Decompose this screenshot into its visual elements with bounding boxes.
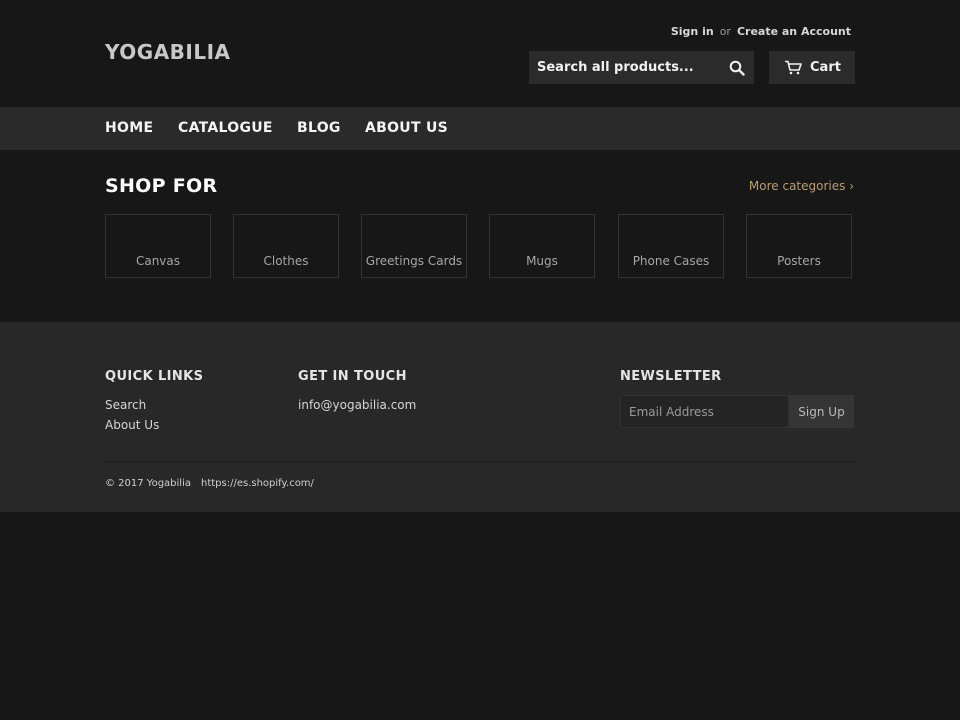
contact-email-link[interactable]: info@yogabilia.com [298, 398, 416, 412]
category-label: Canvas [135, 254, 181, 268]
site-header: YOGABILIA Sign in or Create an Account Car… [0, 0, 960, 107]
or-separator: or [719, 25, 731, 38]
quick-links-heading: QUICK LINKS [105, 369, 204, 384]
main-nav: HOME CATALOGUE BLOG ABOUT US [0, 107, 960, 150]
search-input[interactable] [529, 60, 719, 75]
category-canvas[interactable]: Canvas [105, 214, 211, 278]
search-button[interactable] [726, 57, 748, 79]
category-label: Mugs [526, 254, 558, 268]
category-label: Posters [777, 254, 821, 268]
more-categories-link[interactable]: More categories › [749, 179, 854, 193]
footer-divider [105, 461, 855, 462]
account-links: Sign in or Create an Account [671, 25, 851, 38]
nav-item-about-us[interactable]: ABOUT US [365, 120, 448, 136]
nav-item-catalogue[interactable]: CATALOGUE [178, 120, 273, 136]
category-label: Greetings Cards [365, 254, 463, 268]
cart-button[interactable]: Cart [769, 51, 855, 84]
newsletter-heading: NEWSLETTER [620, 369, 722, 384]
nav-item-home[interactable]: HOME [105, 120, 153, 136]
cart-label: Cart [810, 60, 841, 75]
site-logo[interactable]: YOGABILIA [105, 40, 231, 64]
category-posters[interactable]: Posters [746, 214, 852, 278]
category-label: Phone Cases [632, 254, 710, 268]
category-greetings-cards[interactable]: Greetings Cards [361, 214, 467, 278]
footer-link-search[interactable]: Search [105, 398, 146, 412]
search-box [529, 51, 754, 84]
newsletter-email-input[interactable] [620, 395, 789, 428]
create-account-link[interactable]: Create an Account [737, 25, 851, 38]
search-icon [729, 60, 745, 76]
copyright-text: © 2017 Yogabilia [105, 478, 191, 489]
footer-link-about-us[interactable]: About Us [105, 418, 159, 432]
cart-icon [785, 60, 802, 75]
powered-by-link[interactable]: https://es.shopify.com/ [201, 478, 314, 489]
shop-for-heading: SHOP FOR [105, 175, 218, 197]
category-phone-cases[interactable]: Phone Cases [618, 214, 724, 278]
nav-item-blog[interactable]: BLOG [297, 120, 341, 136]
category-clothes[interactable]: Clothes [233, 214, 339, 278]
get-in-touch-heading: GET IN TOUCH [298, 369, 407, 384]
site-footer: QUICK LINKS Search About Us GET IN TOUCH… [0, 322, 960, 512]
category-mugs[interactable]: Mugs [489, 214, 595, 278]
sign-in-link[interactable]: Sign in [671, 25, 714, 38]
category-label: Clothes [263, 254, 309, 268]
newsletter-signup-button[interactable]: Sign Up [789, 395, 854, 428]
